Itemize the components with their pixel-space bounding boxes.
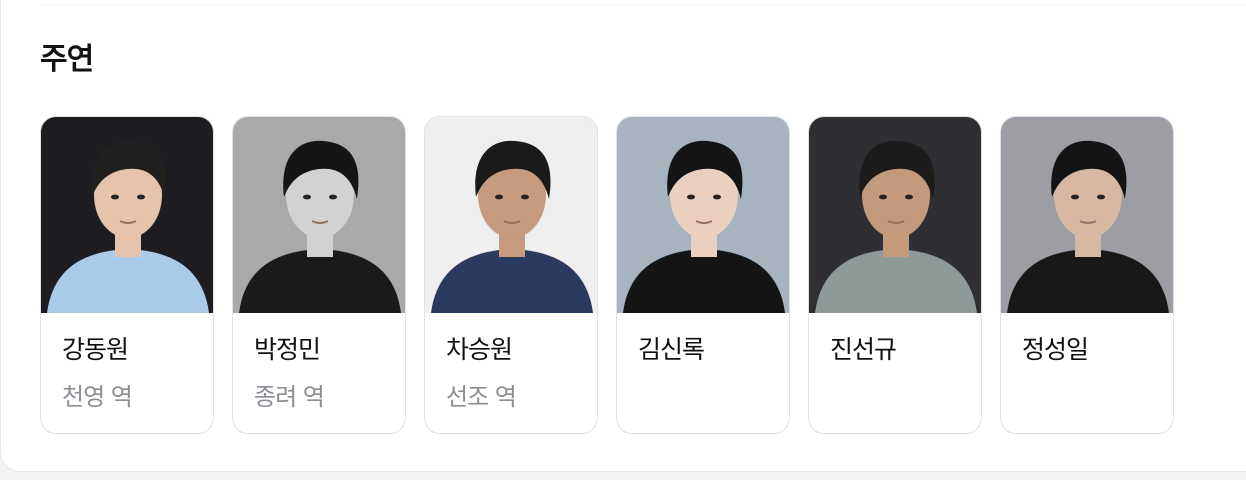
eye-left xyxy=(879,194,887,200)
portrait-image xyxy=(617,117,789,313)
eye-right xyxy=(905,194,913,200)
portrait-image xyxy=(233,117,405,313)
actor-name: 차승원 xyxy=(446,335,513,364)
portrait-image xyxy=(41,117,213,313)
cast-card[interactable]: 진선규 xyxy=(808,116,982,434)
cast-card[interactable]: 박정민 종려 역 xyxy=(232,116,406,434)
section-title: 주연 xyxy=(40,42,94,77)
eye-right xyxy=(137,194,145,200)
actor-name: 강동원 xyxy=(62,335,129,364)
actor-photo xyxy=(425,117,597,313)
actor-photo xyxy=(1001,117,1173,313)
section-divider xyxy=(40,4,1246,5)
actor-photo xyxy=(617,117,789,313)
actor-photo xyxy=(41,117,213,313)
eye-left xyxy=(495,194,503,200)
actor-name: 박정민 xyxy=(254,335,321,364)
actor-photo xyxy=(809,117,981,313)
eye-left xyxy=(1071,194,1079,200)
portrait-image xyxy=(809,117,981,313)
actor-name: 김신록 xyxy=(638,335,705,364)
eye-right xyxy=(329,194,337,200)
portrait-image xyxy=(425,117,597,313)
role-name: 천영 역 xyxy=(62,383,133,411)
eye-right xyxy=(713,194,721,200)
cast-card[interactable]: 차승원 선조 역 xyxy=(424,116,598,434)
eye-left xyxy=(687,194,695,200)
cast-card[interactable]: 정성일 xyxy=(1000,116,1174,434)
eye-right xyxy=(521,194,529,200)
eye-left xyxy=(111,194,119,200)
role-name: 종려 역 xyxy=(254,383,325,411)
actor-name: 정성일 xyxy=(1022,335,1089,364)
cast-card[interactable]: 김신록 xyxy=(616,116,790,434)
eye-left xyxy=(303,194,311,200)
eye-right xyxy=(1097,194,1105,200)
cast-card[interactable]: 강동원 천영 역 xyxy=(40,116,214,434)
portrait-image xyxy=(1001,117,1173,313)
role-name: 선조 역 xyxy=(446,383,517,411)
actor-name: 진선규 xyxy=(830,335,897,364)
actor-photo xyxy=(233,117,405,313)
